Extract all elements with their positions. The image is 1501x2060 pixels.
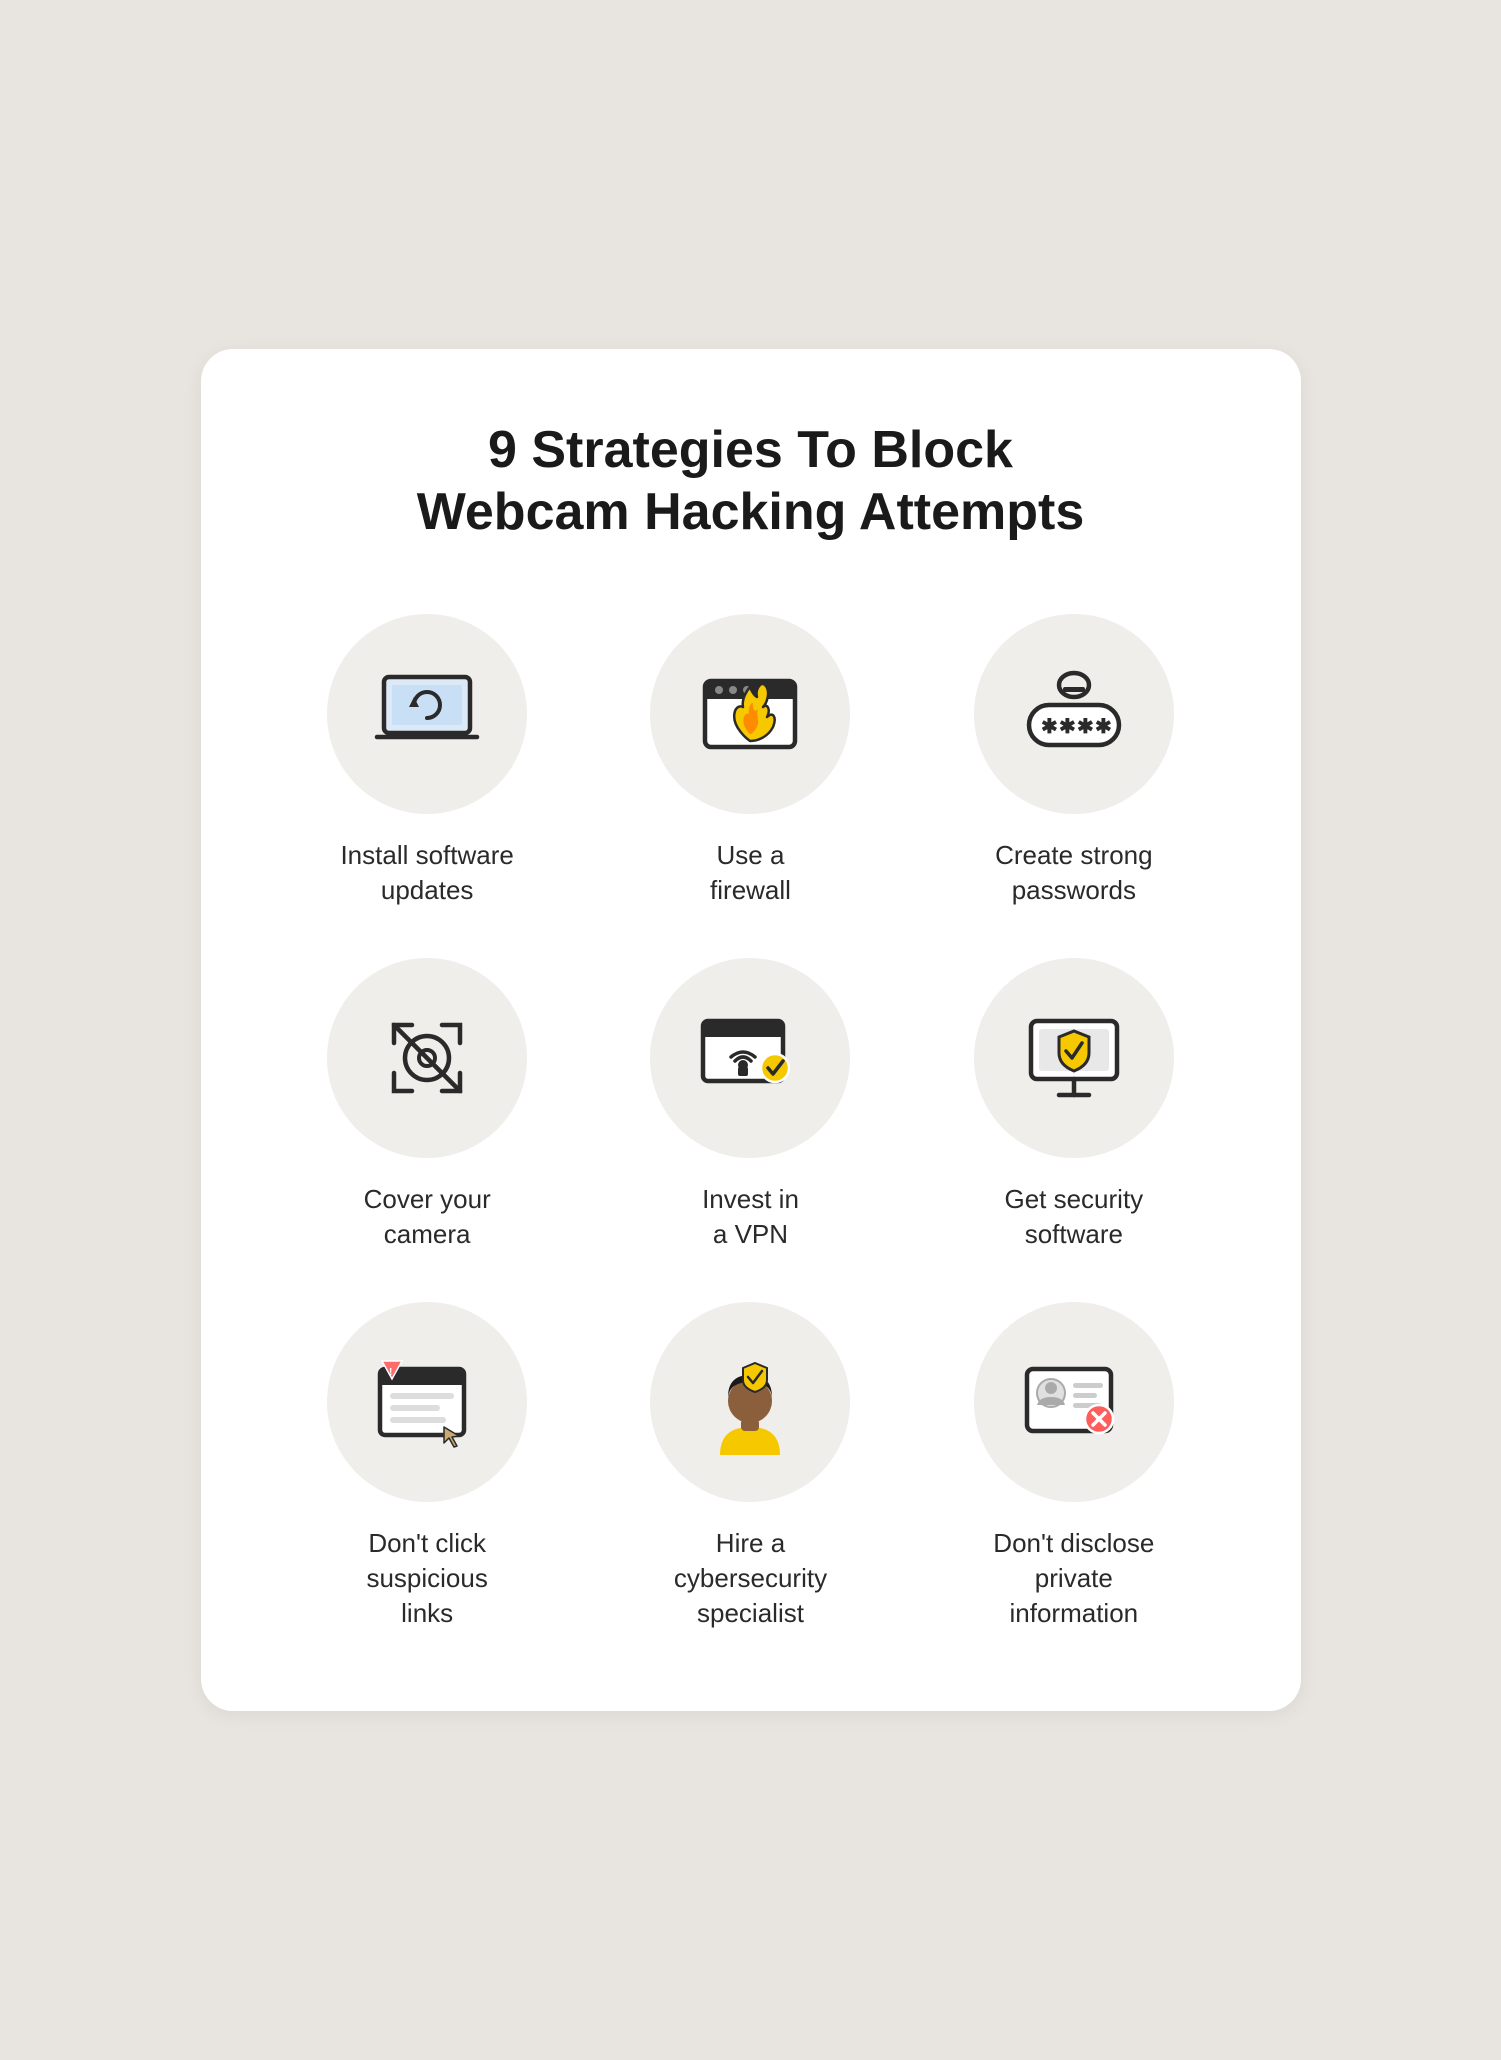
item-label-cover-camera: Cover yourcamera <box>364 1182 491 1252</box>
main-card: 9 Strategies To BlockWebcam Hacking Atte… <box>201 349 1301 1711</box>
item-invest-vpn: Invest ina VPN <box>604 958 897 1252</box>
item-create-strong-passwords: ✱ ✱ ✱ ✱ Create strongpasswords <box>927 614 1220 908</box>
item-dont-disclose-private-info: Don't discloseprivateinformation <box>927 1302 1220 1631</box>
item-label-hire-specialist: Hire acybersecurityspecialist <box>674 1526 827 1631</box>
password-icon: ✱ ✱ ✱ ✱ <box>1019 659 1129 769</box>
item-label-dont-click-suspicious-links: Don't clicksuspiciouslinks <box>366 1526 487 1631</box>
item-get-security-software: Get securitysoftware <box>927 958 1220 1252</box>
item-label-install-software-updates: Install softwareupdates <box>340 838 513 908</box>
specialist-icon <box>695 1347 805 1457</box>
firewall-icon <box>695 659 805 769</box>
icon-circle-suspicious-links: ! <box>327 1302 527 1502</box>
item-dont-click-suspicious-links: ! Don't clicksuspiciouslinks <box>281 1302 574 1631</box>
item-label-invest-vpn: Invest ina VPN <box>702 1182 799 1252</box>
item-label-use-firewall: Use afirewall <box>710 838 791 908</box>
item-label-create-strong-passwords: Create strongpasswords <box>995 838 1153 908</box>
icon-circle-camera-cover <box>327 958 527 1158</box>
item-use-firewall: Use afirewall <box>604 614 897 908</box>
item-label-dont-disclose-private-info: Don't discloseprivateinformation <box>993 1526 1154 1631</box>
icon-circle-password: ✱ ✱ ✱ ✱ <box>974 614 1174 814</box>
icon-circle-specialist <box>650 1302 850 1502</box>
suspicious-links-icon: ! <box>372 1347 482 1457</box>
security-software-icon <box>1019 1003 1129 1113</box>
svg-text:✱: ✱ <box>1059 716 1076 738</box>
item-install-software-updates: Install softwareupdates <box>281 614 574 908</box>
icon-circle-firewall <box>650 614 850 814</box>
private-info-icon <box>1019 1347 1129 1457</box>
svg-text:✱: ✱ <box>1041 716 1058 738</box>
strategies-grid: Install softwareupdates <box>281 614 1221 1632</box>
item-hire-specialist: Hire acybersecurityspecialist <box>604 1302 897 1631</box>
laptop-refresh-icon <box>372 659 482 769</box>
icon-circle-security-software <box>974 958 1174 1158</box>
item-cover-camera: Cover yourcamera <box>281 958 574 1252</box>
icon-circle-vpn <box>650 958 850 1158</box>
camera-cover-icon <box>372 1003 482 1113</box>
svg-text:✱: ✱ <box>1077 716 1094 738</box>
item-label-get-security-software: Get securitysoftware <box>1004 1182 1143 1252</box>
svg-text:✱: ✱ <box>1095 716 1112 738</box>
svg-text:!: ! <box>389 1367 392 1378</box>
vpn-icon <box>695 1003 805 1113</box>
icon-circle-laptop-refresh <box>327 614 527 814</box>
page-title: 9 Strategies To BlockWebcam Hacking Atte… <box>281 419 1221 544</box>
icon-circle-private-info <box>974 1302 1174 1502</box>
